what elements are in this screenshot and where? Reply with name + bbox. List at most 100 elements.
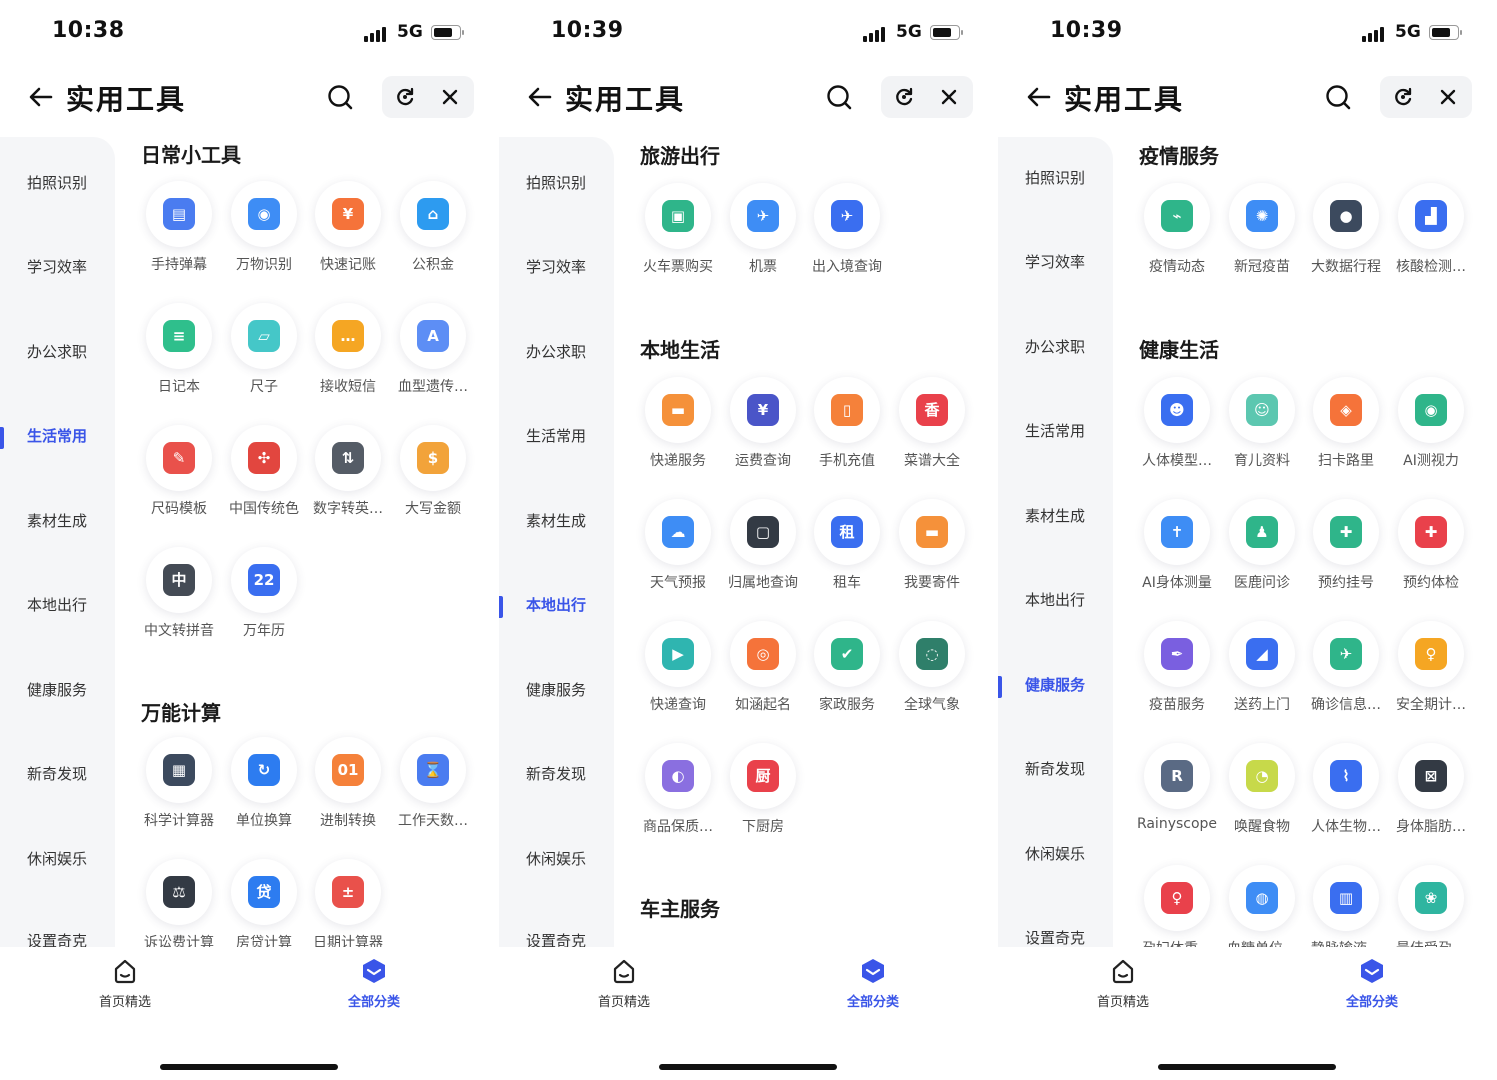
tool-item[interactable]: ♀孕妇体重… xyxy=(1135,865,1219,947)
tool-item[interactable]: ✒ 疫苗服务 xyxy=(1135,621,1219,721)
tool-item[interactable]: ◢ 送药上门 xyxy=(1220,621,1304,721)
tab-home[interactable]: 首页精选 xyxy=(1073,957,1173,1017)
sidebar-item[interactable]: 素材生成 xyxy=(499,501,614,541)
sidebar-item[interactable]: 设置奇克 xyxy=(0,921,115,947)
tool-item[interactable]: ⇅ 数字转英… xyxy=(306,425,390,525)
back-arrow-icon[interactable] xyxy=(26,82,56,112)
tool-item[interactable]: 22 万年历 xyxy=(222,547,306,647)
tool-item[interactable]: R Rainyscope xyxy=(1135,743,1219,843)
sidebar-item[interactable]: 生活常用 xyxy=(998,411,1113,451)
tool-item[interactable]: ◎ 如涵起名 xyxy=(721,621,805,721)
sidebar-item[interactable]: 生活常用 xyxy=(499,416,614,456)
tool-item[interactable]: ☁ 天气预报 xyxy=(636,499,720,599)
sidebar-item[interactable]: 本地出行 xyxy=(0,585,115,625)
sidebar-item[interactable]: 生活常用 xyxy=(0,416,115,456)
sidebar-item[interactable]: 本地出行 xyxy=(499,585,614,625)
tool-item[interactable]: ◐ 商品保质… xyxy=(636,743,720,843)
tool-item[interactable]: ▯ 手机充值 xyxy=(805,377,889,477)
sidebar-item[interactable]: 素材生成 xyxy=(998,496,1113,536)
tool-item[interactable]: ▣ 火车票购买 xyxy=(636,183,720,283)
tool-item[interactable]: A 血型遗传… xyxy=(391,303,475,403)
search-icon[interactable] xyxy=(326,83,354,111)
reload-icon[interactable] xyxy=(1392,86,1414,108)
tool-item[interactable]: ✈ 确诊信息… xyxy=(1304,621,1388,721)
sidebar-item[interactable]: 健康服务 xyxy=(0,670,115,710)
search-icon[interactable] xyxy=(825,83,853,111)
tool-item[interactable]: 租租车 xyxy=(805,499,889,599)
tool-item[interactable]: ◍血糖单位… xyxy=(1220,865,1304,947)
tool-item[interactable]: ▶ 快递查询 xyxy=(636,621,720,721)
sidebar-item[interactable]: 办公求职 xyxy=(499,332,614,372)
tool-item[interactable]: 01 进制转换 xyxy=(306,737,390,837)
tool-item[interactable]: ✎ 尺码模板 xyxy=(137,425,221,525)
tab-home[interactable]: 首页精选 xyxy=(574,957,674,1017)
tool-item[interactable]: ↻ 单位换算 xyxy=(222,737,306,837)
close-icon[interactable] xyxy=(440,87,460,107)
tool-item[interactable]: ✺ 新冠疫苗 xyxy=(1220,183,1304,283)
tab-home[interactable]: 首页精选 xyxy=(75,957,175,1017)
tool-item[interactable]: … 接收短信 xyxy=(306,303,390,403)
tool-item[interactable]: ⊠ 身体脂肪… xyxy=(1389,743,1473,843)
sidebar-item[interactable]: 拍照识别 xyxy=(499,163,614,203)
tool-item[interactable]: ✝ AI身体测量 xyxy=(1135,499,1219,599)
tool-item[interactable]: ✔ 家政服务 xyxy=(805,621,889,721)
tool-item[interactable]: ✚ 预约体检 xyxy=(1389,499,1473,599)
tool-item[interactable]: ⌇ 人体生物… xyxy=(1304,743,1388,843)
tool-item[interactable]: ▥静脉输液… xyxy=(1304,865,1388,947)
tool-item[interactable]: ▬ 快递服务 xyxy=(636,377,720,477)
back-arrow-icon[interactable] xyxy=(525,82,555,112)
sidebar-item[interactable]: 新奇发现 xyxy=(0,754,115,794)
sidebar-item[interactable]: 拍照识别 xyxy=(998,158,1113,198)
tool-item[interactable]: ¥ 运费查询 xyxy=(721,377,805,477)
reload-icon[interactable] xyxy=(394,86,416,108)
tool-item[interactable]: ✈ 机票 xyxy=(721,183,805,283)
tool-item[interactable]: ✣ 中国传统色 xyxy=(222,425,306,525)
tool-item[interactable]: ◌ 全球气象 xyxy=(890,621,974,721)
sidebar-item[interactable]: 休闲娱乐 xyxy=(499,839,614,879)
tool-item[interactable]: ♀ 安全期计… xyxy=(1389,621,1473,721)
sidebar-item[interactable]: 学习效率 xyxy=(499,247,614,287)
sidebar-item[interactable]: 新奇发现 xyxy=(998,749,1113,789)
sidebar-item[interactable]: 素材生成 xyxy=(0,501,115,541)
reload-icon[interactable] xyxy=(893,86,915,108)
tool-item[interactable]: ¥ 快速记账 xyxy=(306,181,390,281)
tool-item[interactable]: ✈ 出入境查询 xyxy=(805,183,889,283)
tab-all-categories[interactable]: 全部分类 xyxy=(324,957,424,1017)
tab-all-categories[interactable]: 全部分类 xyxy=(1322,957,1422,1017)
tool-item[interactable]: ⌁ 疫情动态 xyxy=(1135,183,1219,283)
tool-item[interactable]: 香菜谱大全 xyxy=(890,377,974,477)
tool-item[interactable]: ⌛ 工作天数… xyxy=(391,737,475,837)
back-arrow-icon[interactable] xyxy=(1024,82,1054,112)
tool-item[interactable]: ♟ 医鹿问诊 xyxy=(1220,499,1304,599)
tool-item[interactable]: ▢ 归属地查询 xyxy=(721,499,805,599)
sidebar-item[interactable]: 设置奇克 xyxy=(499,921,614,947)
tool-item[interactable]: 厨下厨房 xyxy=(721,743,805,843)
tool-item[interactable]: ▱ 尺子 xyxy=(222,303,306,403)
sidebar-item[interactable]: 办公求职 xyxy=(0,332,115,372)
tool-item[interactable]: ● 大数据行程 xyxy=(1304,183,1388,283)
tool-item[interactable]: ◉ 万物识别 xyxy=(222,181,306,281)
tool-item[interactable]: ◈ 扫卡路里 xyxy=(1304,377,1388,477)
tool-item[interactable]: ▬ 我要寄件 xyxy=(890,499,974,599)
tool-item[interactable]: ❀最佳受孕… xyxy=(1389,865,1473,947)
sidebar-item[interactable]: 本地出行 xyxy=(998,580,1113,620)
tool-item[interactable]: ☺ 育儿资料 xyxy=(1220,377,1304,477)
close-icon[interactable] xyxy=(939,87,959,107)
close-icon[interactable] xyxy=(1438,87,1458,107)
tool-item[interactable]: ☻ 人体模型… xyxy=(1135,377,1219,477)
sidebar-item[interactable]: 办公求职 xyxy=(998,327,1113,367)
tab-all-categories[interactable]: 全部分类 xyxy=(823,957,923,1017)
sidebar-item[interactable]: 学习效率 xyxy=(0,247,115,287)
tool-item[interactable]: 贷房贷计算 xyxy=(222,859,306,947)
search-icon[interactable] xyxy=(1324,83,1352,111)
tool-item[interactable]: ✚ 预约挂号 xyxy=(1304,499,1388,599)
tool-item[interactable]: ≡ 日记本 xyxy=(137,303,221,403)
sidebar-item[interactable]: 休闲娱乐 xyxy=(0,839,115,879)
sidebar-item[interactable]: 拍照识别 xyxy=(0,163,115,203)
sidebar-item[interactable]: 健康服务 xyxy=(499,670,614,710)
tool-item[interactable]: ▤ 手持弹幕 xyxy=(137,181,221,281)
sidebar-item[interactable]: 休闲娱乐 xyxy=(998,834,1113,874)
sidebar-item[interactable]: 设置奇克 xyxy=(998,918,1113,947)
sidebar-item[interactable]: 学习效率 xyxy=(998,242,1113,282)
tool-item[interactable]: ± 日期计算器 xyxy=(306,859,390,947)
